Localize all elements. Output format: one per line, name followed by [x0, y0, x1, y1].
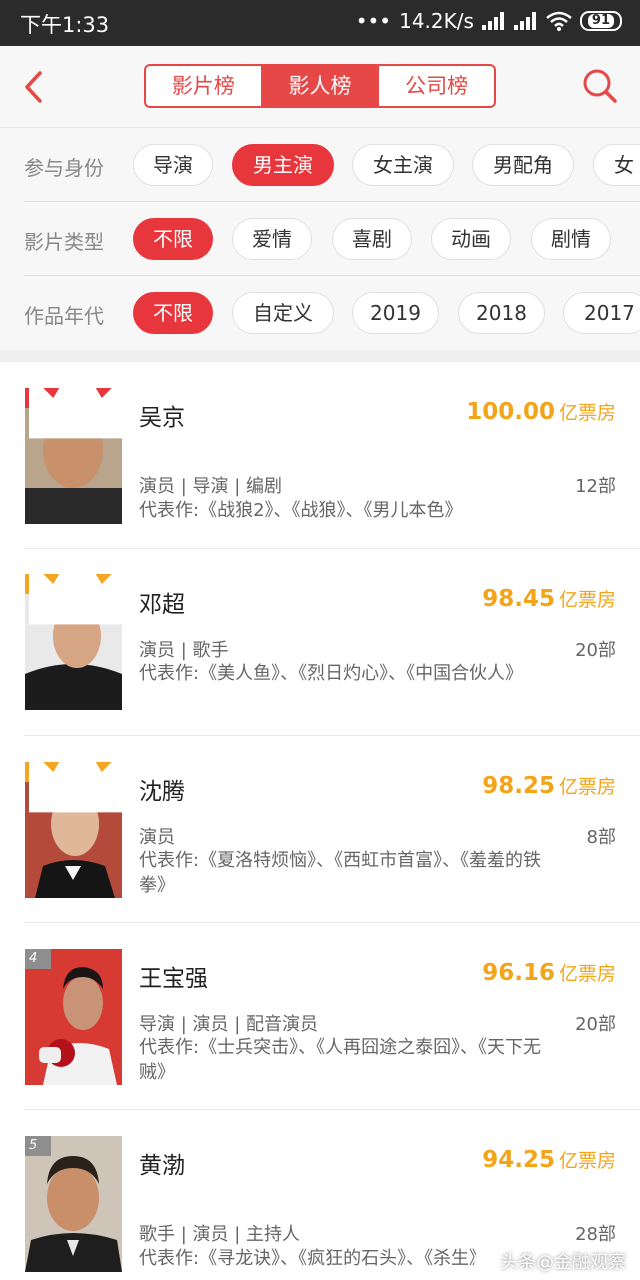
film-count: 20部 [575, 640, 616, 661]
section-gap [0, 350, 640, 362]
chip-animation[interactable]: 动画 [431, 218, 511, 260]
ranking-item[interactable]: 1 吴京 100.00亿票房 演员 | 导演 | 编剧 12部 代表作:《战狼2… [0, 362, 640, 549]
chip-lead-actress[interactable]: 女主演 [352, 144, 454, 186]
box-office-unit: 亿票房 [558, 1150, 616, 1172]
watermark-logo-icon [474, 1250, 496, 1272]
chip-drama[interactable]: 剧情 [531, 218, 611, 260]
nav-bar: 影片榜 影人榜 公司榜 [0, 46, 640, 128]
tab-companies[interactable]: 公司榜 [377, 66, 494, 106]
search-icon[interactable] [582, 68, 618, 104]
crown-icon [29, 574, 122, 625]
chip-year-all[interactable]: 不限 [133, 292, 213, 334]
crown-icon [29, 388, 122, 439]
battery-level: 91 [587, 14, 614, 28]
box-office-unit: 亿票房 [558, 963, 616, 985]
person-name: 吴京 [139, 405, 185, 431]
person-name: 王宝强 [139, 966, 208, 992]
chip-2018[interactable]: 2018 [458, 292, 545, 334]
representative-works: 代表作:《士兵突击》、《人再囧途之泰囧》、《天下无贼》 [139, 1037, 542, 1083]
signal-icon [481, 12, 506, 30]
person-roles: 演员 | 歌手 [139, 640, 229, 661]
representative-works: 代表作:《夏洛特烦恼》、《西虹市首富》、《羞羞的铁拳》 [139, 850, 542, 896]
ranking-item[interactable]: 2 邓超 98.45亿票房 演员 | 歌手 20部 代表作:《美人鱼》、《烈日灼… [0, 549, 640, 736]
chip-supporting-actress[interactable]: 女 [593, 144, 640, 186]
person-name: 邓超 [139, 592, 185, 618]
filter-label-genre: 影片类型 [24, 230, 104, 254]
film-count: 12部 [575, 476, 616, 497]
box-office-unit: 亿票房 [558, 589, 616, 611]
battery-icon: 91 [579, 11, 622, 31]
filter-label-role: 参与身份 [24, 156, 104, 180]
wifi-icon [546, 11, 572, 31]
representative-works: 代表作:《美人鱼》、《烈日灼心》、《中国合伙人》 [139, 663, 524, 684]
filter-row-genre: 影片类型 不限 爱情 喜剧 动画 剧情 [0, 202, 640, 276]
chip-2019[interactable]: 2019 [352, 292, 439, 334]
box-office: 94.25 亿票房 [482, 1146, 616, 1173]
rank-number: 4 [29, 951, 38, 966]
person-name: 沈腾 [139, 779, 185, 805]
filter-label-year: 作品年代 [24, 304, 104, 328]
representative-works: 代表作:《战狼2》、《战狼》、《男儿本色》 [139, 500, 463, 521]
status-time: 下午1:33 [20, 13, 110, 37]
person-roles: 导演 | 演员 | 配音演员 [139, 1014, 319, 1035]
filter-row-role: 参与身份 导演 男主演 女主演 男配角 女 [0, 128, 640, 202]
rank-badge: 4 [25, 949, 51, 969]
tab-films[interactable]: 影片榜 [146, 66, 261, 106]
box-office: 100.00 亿票房 [466, 398, 616, 425]
avatar: 4 [25, 949, 122, 1085]
tab-people[interactable]: 影人榜 [260, 66, 378, 106]
box-office-value: 94.25 [482, 1147, 555, 1173]
box-office-value: 100.00 [466, 399, 555, 425]
person-roles: 演员 | 导演 | 编剧 [139, 476, 283, 497]
rank-badge: 1 [25, 388, 122, 439]
avatar: 5 [25, 1136, 122, 1272]
box-office-value: 98.45 [482, 586, 555, 612]
ranking-tabs: 影片榜 影人榜 公司榜 [144, 64, 496, 108]
person-name: 黄渤 [139, 1153, 185, 1179]
rank-number: 5 [29, 1138, 38, 1153]
chip-2017[interactable]: 2017 [563, 292, 640, 334]
avatar: 2 [25, 574, 122, 710]
rank-badge: 2 [25, 574, 122, 625]
watermark-text: 头条@金融观察 [500, 1252, 626, 1273]
chip-lead-actor[interactable]: 男主演 [232, 144, 334, 186]
avatar: 3 [25, 762, 122, 898]
chip-supporting-actor[interactable]: 男配角 [472, 144, 574, 186]
box-office-unit: 亿票房 [558, 776, 616, 798]
chip-comedy[interactable]: 喜剧 [332, 218, 412, 260]
watermark: 头条@金融观察 [474, 1248, 626, 1274]
rank-badge: 5 [25, 1136, 51, 1156]
back-icon[interactable] [20, 70, 50, 104]
film-count: 20部 [575, 1014, 616, 1035]
box-office: 98.25 亿票房 [482, 772, 616, 799]
chip-custom[interactable]: 自定义 [232, 292, 334, 334]
ranking-item[interactable]: 3 沈腾 98.25亿票房 演员 8部 代表作:《夏洛特烦恼》、《西虹市首富》、… [0, 736, 640, 923]
network-speed: 14.2K/s [399, 9, 474, 33]
ranking-item[interactable]: 4 王宝强 96.16 亿票房 导演 | 演员 | 配音演员 20部 代表作:《士… [0, 923, 640, 1110]
box-office-value: 96.16 [482, 960, 555, 986]
box-office-unit: 亿票房 [558, 402, 616, 424]
film-count: 28部 [575, 1224, 616, 1245]
box-office-value: 98.25 [482, 773, 555, 799]
status-bar: 下午1:33 ••• 14.2K/s 91 [0, 0, 640, 46]
hd-signal-icon [513, 12, 538, 30]
crown-icon [29, 762, 122, 813]
status-icons: ••• 14.2K/s 91 [356, 9, 622, 33]
film-count: 8部 [586, 827, 616, 848]
person-roles: 演员 [139, 827, 175, 848]
filter-row-year: 作品年代 不限 自定义 2019 2018 2017 [0, 276, 640, 350]
person-roles: 歌手 | 演员 | 主持人 [139, 1224, 301, 1245]
more-dots-icon: ••• [355, 9, 392, 33]
box-office: 98.45 亿票房 [482, 585, 616, 612]
avatar: 1 [25, 388, 122, 524]
chip-romance[interactable]: 爱情 [232, 218, 312, 260]
rank-badge: 3 [25, 762, 122, 813]
chip-genre-all[interactable]: 不限 [133, 218, 213, 260]
box-office: 96.16 亿票房 [482, 959, 616, 986]
chip-director[interactable]: 导演 [133, 144, 213, 186]
